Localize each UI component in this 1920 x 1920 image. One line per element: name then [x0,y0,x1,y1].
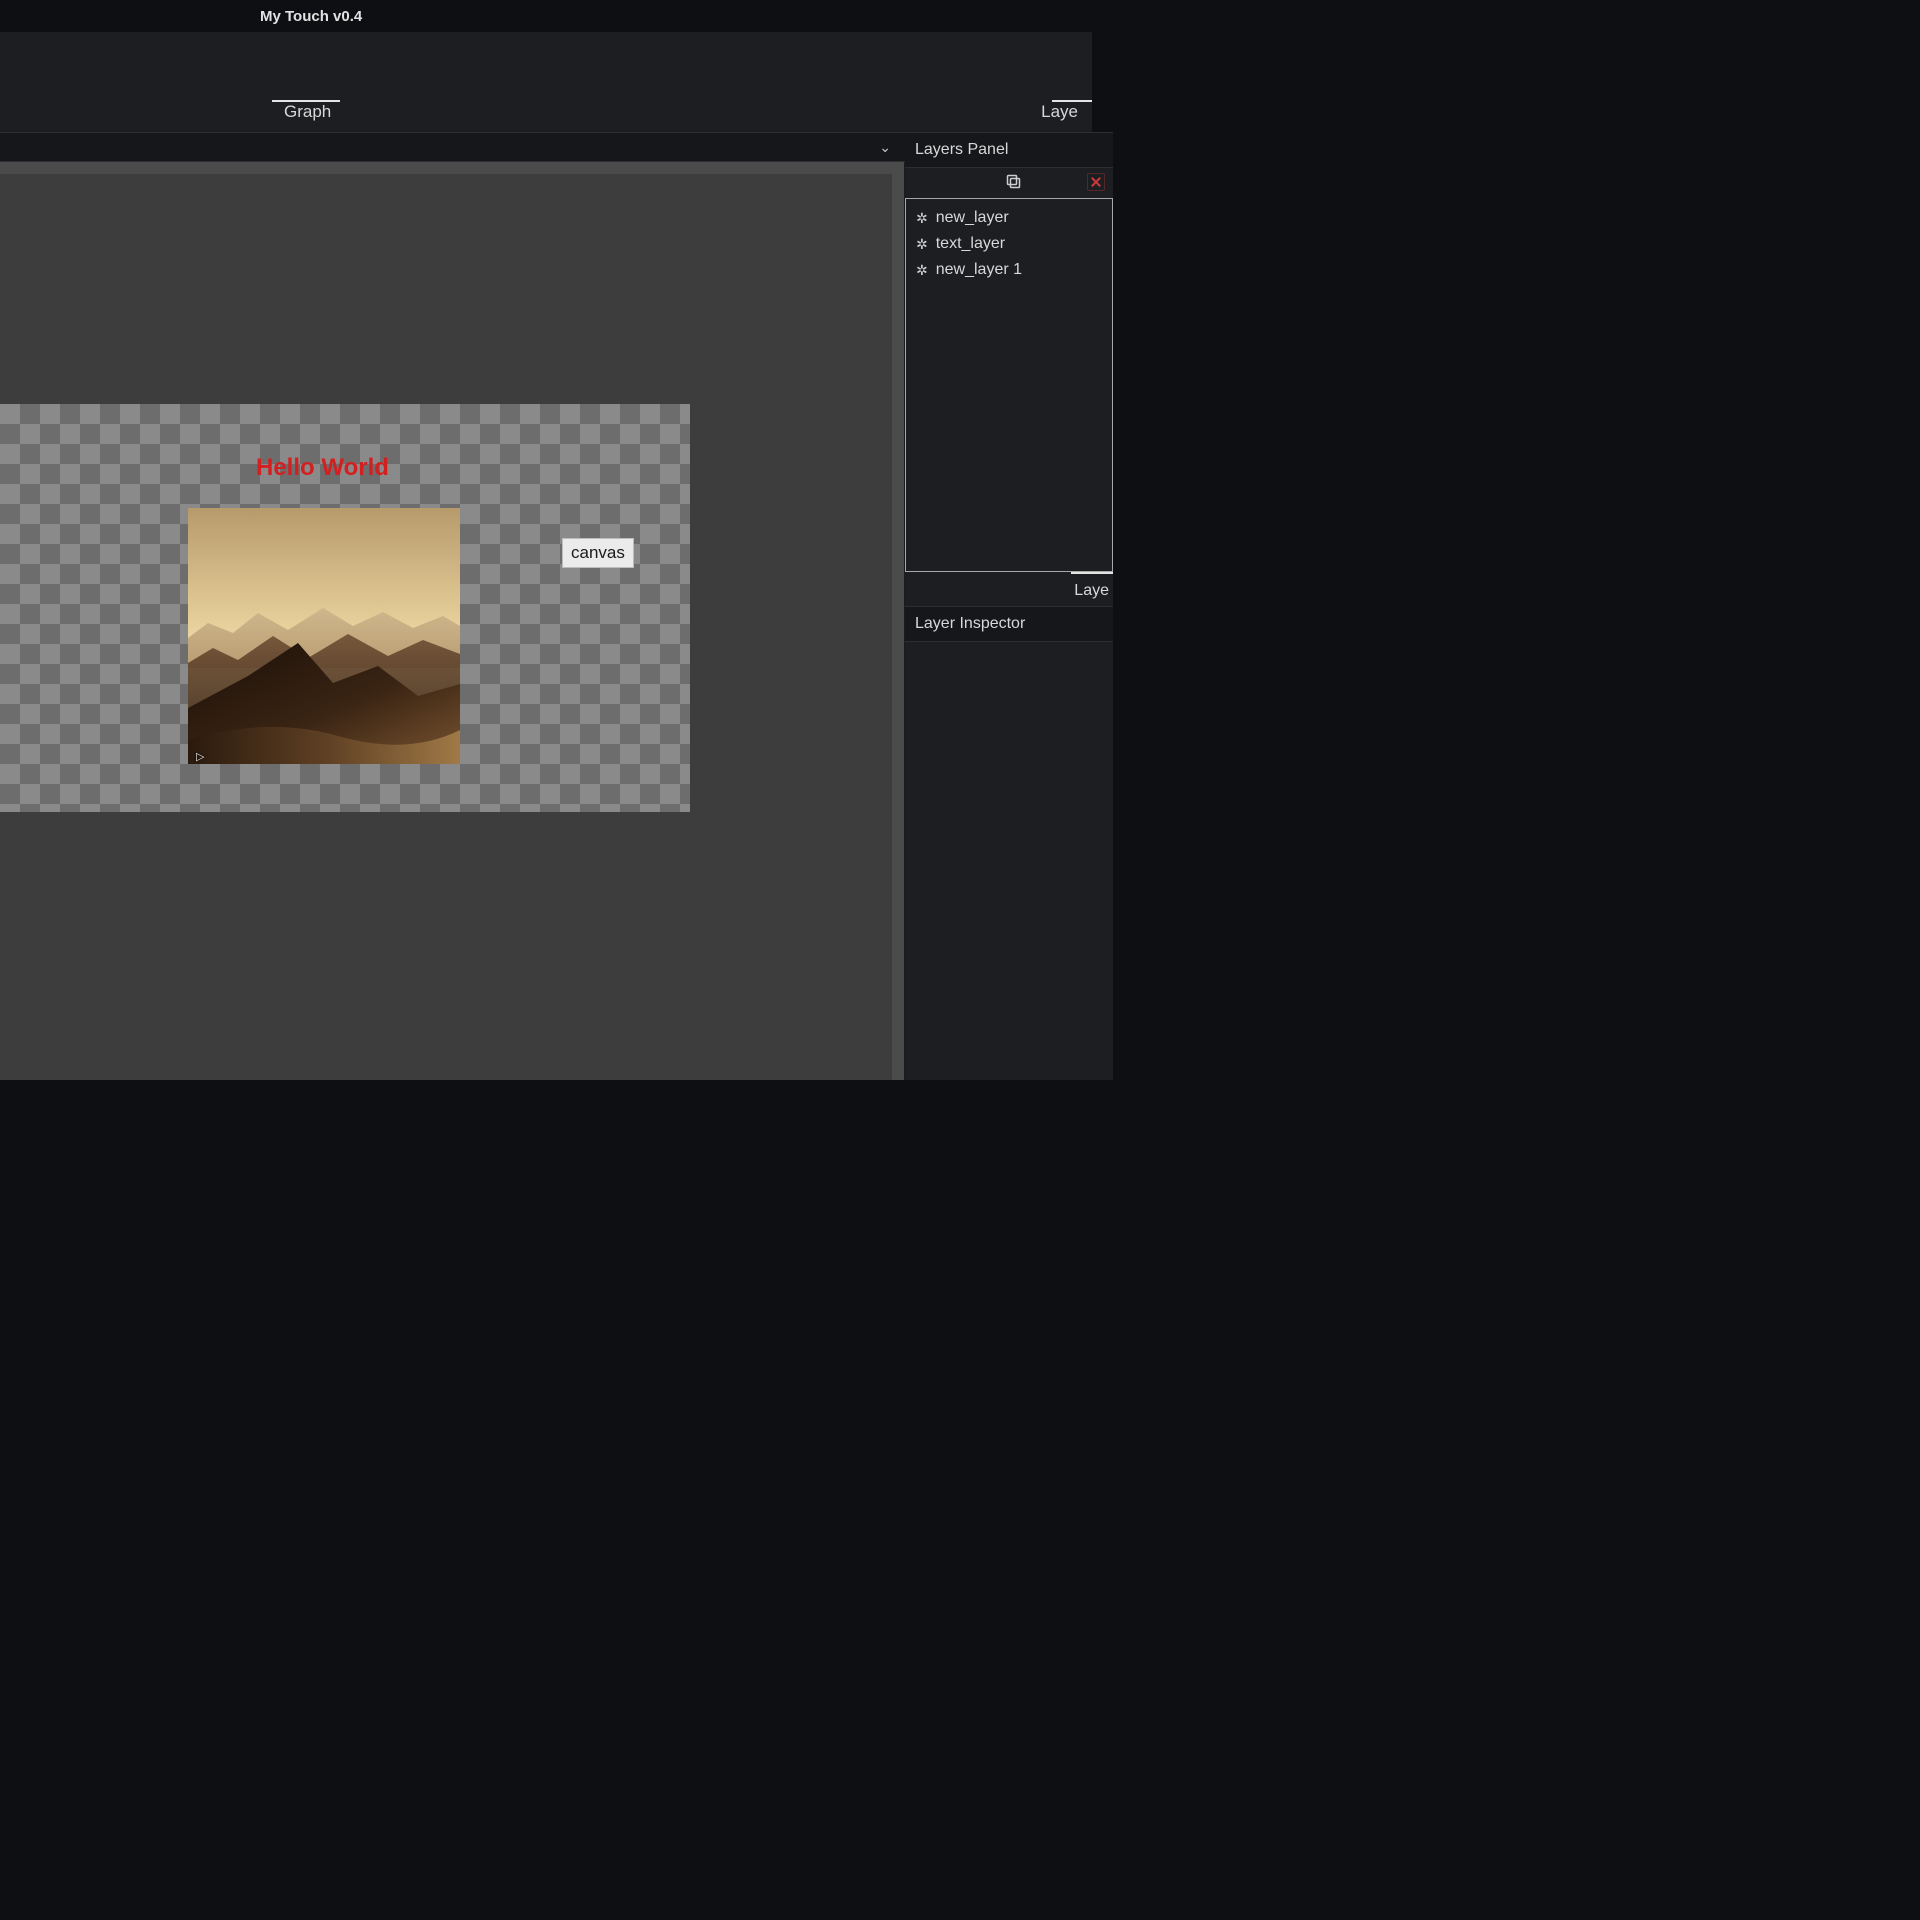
chevron-down-icon[interactable]: ⌄ [879,139,891,156]
duplicate-layer-icon[interactable] [1005,173,1023,191]
tab-layers[interactable]: Laye [1027,94,1092,132]
tab-layer-inspector[interactable]: Laye [1074,582,1109,606]
right-column: Layers Panel ✲ new_layer ✲ text_layer ✲ [905,132,1113,1080]
layer-row[interactable]: ✲ new_layer [906,205,1112,231]
titlebar: My Touch v0.4 [0,0,1092,32]
layer-name: new_layer [936,209,1009,227]
viewport-header: ⌄ [0,132,905,162]
layer-name: new_layer 1 [936,261,1022,279]
cursor-indicator-icon: ▷ [196,750,204,763]
canvas-text-overlay[interactable]: Hello World [256,454,389,482]
delete-layer-icon[interactable] [1087,173,1105,191]
layer-name: text_layer [936,235,1005,253]
main-tabstrip: Graph Laye [0,32,1092,132]
layer-row[interactable]: ✲ text_layer [906,231,1112,257]
app-title: My Touch v0.4 [260,8,362,25]
inspector-tabstrip: Laye [905,572,1113,606]
layers-list: ✲ new_layer ✲ text_layer ✲ new_layer 1 [905,198,1113,572]
layer-inspector-body [905,642,1113,1080]
canvas-tooltip: canvas [562,538,634,568]
canvas-image-layer[interactable] [188,508,460,764]
gear-icon: ✲ [916,236,928,253]
viewport-column: ⌄ Hello World [0,132,905,1080]
layers-toolbar [905,168,1113,196]
layers-panel-title: Layers Panel [905,132,1113,168]
layer-row[interactable]: ✲ new_layer 1 [906,257,1112,283]
layer-inspector-title: Layer Inspector [905,606,1113,642]
tab-underline-inspector [1071,572,1113,574]
tab-graph[interactable]: Graph [270,94,345,132]
gear-icon: ✲ [916,210,928,227]
main-area: ⌄ Hello World [0,132,1092,1080]
viewport[interactable]: Hello World [0,162,905,1080]
desert-image-icon [188,508,460,764]
bottom-bar [0,1080,1092,1092]
gear-icon: ✲ [916,262,928,279]
